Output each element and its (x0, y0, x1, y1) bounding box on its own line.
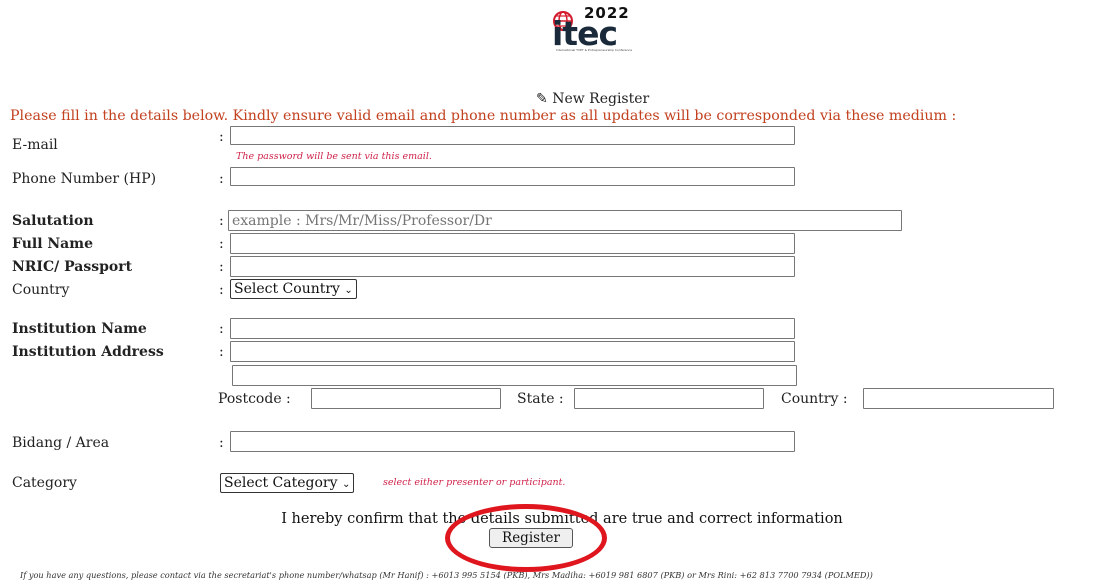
institution-name-field[interactable] (230, 318, 795, 339)
colon: : (219, 282, 224, 298)
postcode-label: Postcode : (218, 391, 291, 407)
itec-logo: 2022 itec International TVET & Entrepren… (538, 4, 658, 53)
state-field[interactable] (574, 388, 764, 409)
colon: : (219, 129, 224, 145)
email-label: E-mail (12, 137, 58, 153)
footer-contact: If you have any questions, please contac… (20, 570, 873, 580)
category-hint: select either presenter or participant. (383, 477, 566, 488)
edit-icon: ✎ (536, 91, 548, 107)
confirmation-text: I hereby confirm that the details submit… (281, 511, 843, 527)
category-label: Category (12, 475, 77, 491)
chevron-down-icon: ⌄ (341, 479, 351, 490)
nric-field[interactable] (230, 256, 795, 277)
phone-field[interactable] (230, 167, 795, 186)
phone-label: Phone Number (HP) (12, 171, 157, 187)
colon: : (219, 344, 224, 360)
institution-address-label: Institution Address (12, 344, 164, 360)
institution-name-label: Institution Name (12, 321, 147, 337)
category-select[interactable]: Select Category ⌄ (220, 473, 355, 493)
colon: : (219, 321, 224, 337)
area-label: Bidang / Area (12, 435, 110, 451)
postcode-field[interactable] (311, 388, 501, 409)
colon: : (219, 213, 224, 229)
colon: : (219, 435, 224, 451)
full-name-label: Full Name (12, 236, 93, 252)
salutation-label: Salutation (12, 213, 94, 229)
page-title-text: New Register (552, 91, 650, 107)
email-hint: The password will be sent via this email… (236, 151, 432, 162)
full-name-field[interactable] (230, 233, 795, 254)
state-label: State : (517, 391, 564, 407)
address-country-label: Country : (781, 391, 848, 407)
country-label: Country (12, 282, 70, 298)
chevron-down-icon: ⌄ (344, 285, 353, 296)
colon: : (219, 236, 224, 252)
category-select-value: Select Category (224, 475, 338, 491)
address-country-field[interactable] (863, 388, 1054, 409)
institution-address-line2[interactable] (232, 365, 797, 386)
logo-subtitle: International TVET & Entrepreneurship Co… (556, 48, 633, 52)
register-button[interactable]: Register (489, 528, 573, 548)
salutation-field[interactable] (228, 210, 902, 231)
colon: : (219, 259, 224, 275)
form-notice: Please fill in the details below. Kindly… (10, 108, 957, 124)
email-field[interactable] (230, 126, 795, 145)
country-select-value: Select Country (234, 281, 340, 297)
colon: : (219, 171, 224, 187)
country-select[interactable]: Select Country ⌄ (230, 279, 357, 299)
area-field[interactable] (230, 431, 795, 452)
nric-label: NRIC/ Passport (12, 259, 133, 275)
institution-address-line1[interactable] (230, 341, 795, 362)
page-title: ✎ New Register (536, 91, 649, 107)
